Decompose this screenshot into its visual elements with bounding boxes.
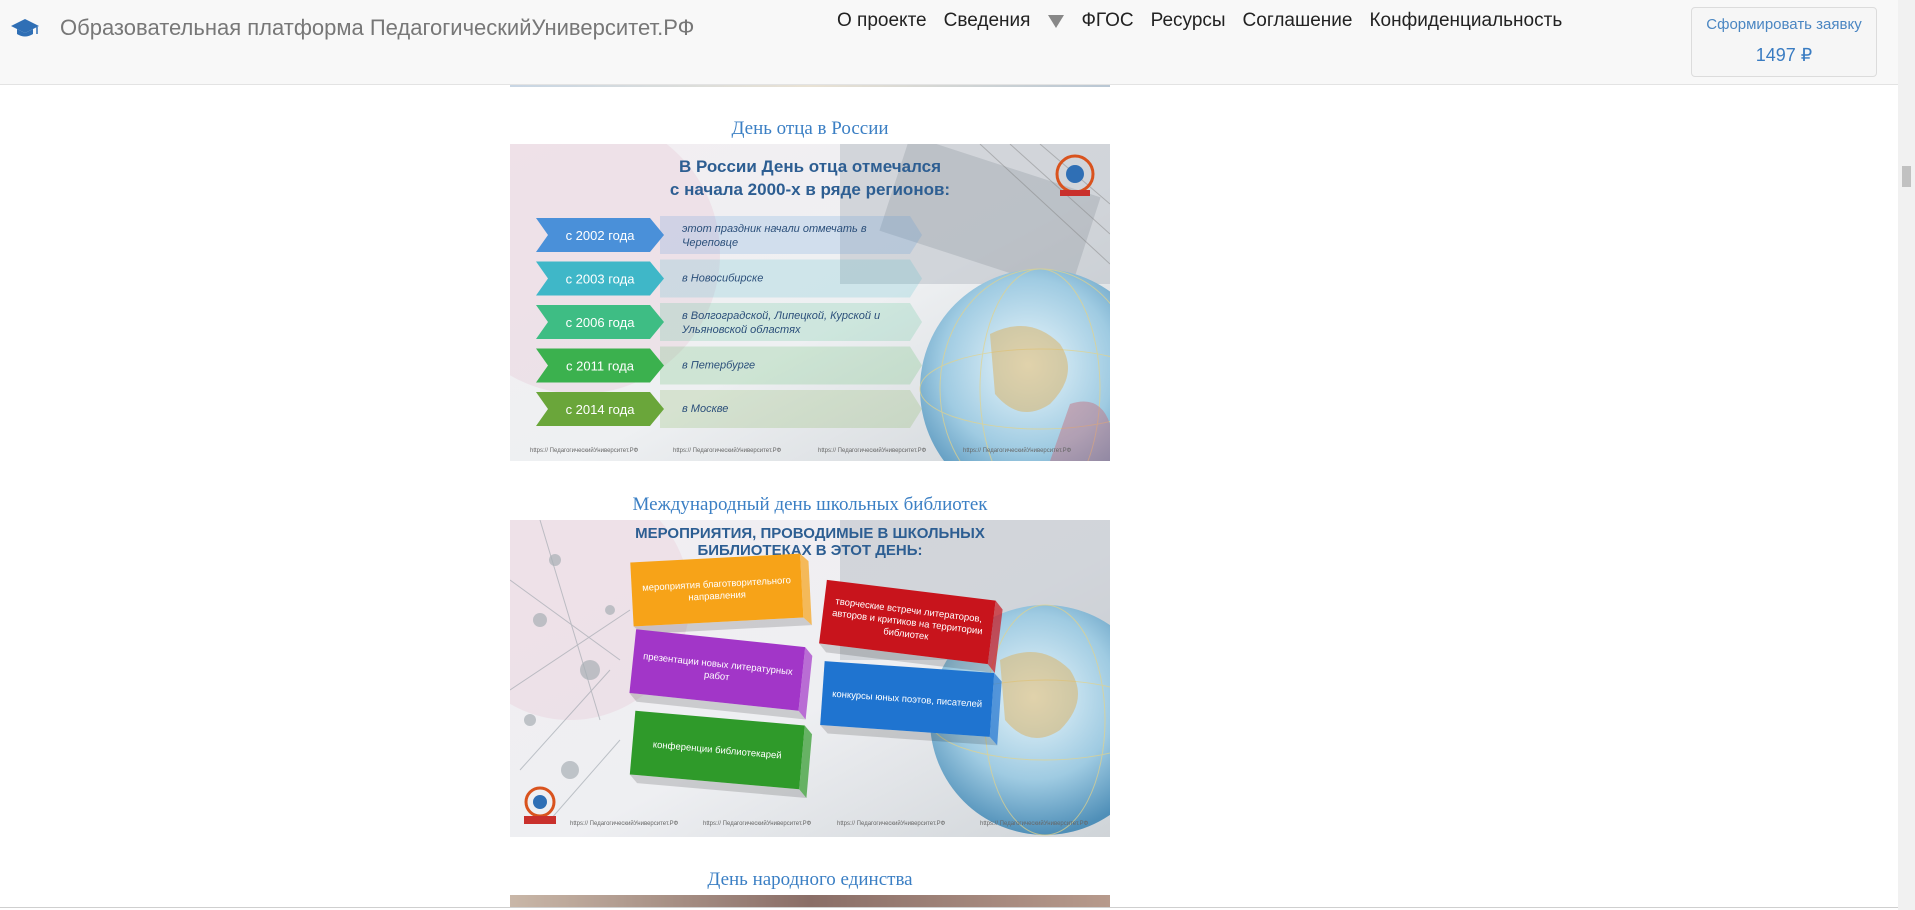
row-text-line1: в Волгоградской, Липецкой, Курской и: [682, 310, 880, 322]
row-text-line1: в Новосибирске: [682, 273, 763, 285]
slide-fathers-day: В России День отца отмечался с начала 20…: [510, 144, 1110, 461]
slide1-watermark-1: https:// ПедагогическийУниверситет.РФ: [530, 447, 639, 454]
year-row: с 2002 года этот праздник начали отмечать…: [536, 216, 922, 254]
order-request-label[interactable]: Сформировать заявку: [1692, 16, 1876, 33]
year-label: с 2002 года: [566, 228, 636, 243]
nav-fgos[interactable]: ФГОС: [1081, 10, 1133, 32]
slide1-watermark-3: https:// ПедагогическийУниверситет.РФ: [818, 447, 927, 454]
order-request-button[interactable]: Сформировать заявку 1497 ₽: [1691, 7, 1877, 77]
row-text-line2: Ульяновской областях: [681, 324, 801, 336]
row-text-line2: Череповце: [682, 237, 738, 249]
nav-resources[interactable]: Ресурсы: [1151, 10, 1226, 32]
row-text-line1: в Москве: [682, 403, 728, 415]
year-label: с 2006 года: [566, 315, 636, 330]
slide1-heading-line1: В России День отца отмечался: [679, 157, 941, 176]
slide-unity-day: [510, 895, 1110, 907]
slide-school-libraries-graphic: МЕРОПРИЯТИЯ, ПРОВОДИМЫЕ В ШКОЛЬНЫХ БИБЛИ…: [510, 520, 1110, 837]
year-row: с 2014 года в Москве: [536, 390, 922, 428]
slide-fathers-day-graphic: В России День отца отмечался с начала 20…: [510, 144, 1110, 461]
window-bottom-edge: [0, 907, 1898, 908]
slide2-heading-line2: БИБЛИОТЕКАХ В ЭТОТ ДЕНЬ:: [697, 542, 922, 559]
slide2-watermark-4: https:// ПедагогическийУниверситет.РФ: [980, 820, 1089, 827]
event-box: мероприятия благотворительногонаправлени…: [630, 553, 812, 634]
caret-down-icon[interactable]: [1048, 14, 1065, 28]
year-row: с 2006 года в Волгоградской, Липецкой, Ку…: [536, 303, 922, 341]
section-title-unity-day[interactable]: День народного единства: [510, 869, 1110, 891]
slide2-watermark-1: https:// ПедагогическийУниверситет.РФ: [570, 820, 679, 827]
slide2-heading-line1: МЕРОПРИЯТИЯ, ПРОВОДИМЫЕ В ШКОЛЬНЫХ: [635, 525, 985, 542]
year-label: с 2011 года: [566, 359, 635, 374]
row-text-line1: этот праздник начали отмечать в: [682, 223, 867, 235]
year-label: с 2014 года: [566, 402, 636, 417]
year-label: с 2003 года: [566, 272, 636, 287]
main-nav: О проекте Сведения ФГОС Ресурсы Соглашен…: [837, 10, 1579, 32]
year-row: с 2011 года в Петербурге: [536, 346, 922, 385]
page-scrollbar[interactable]: [1898, 0, 1915, 910]
order-price: 1497 ₽: [1755, 45, 1813, 65]
top-navbar: Образовательная платформа Педагогический…: [0, 0, 1898, 85]
slide1-watermark-4: https:// ПедагогическийУниверситет.РФ: [963, 447, 1072, 454]
slide2-watermark-3: https:// ПедагогическийУниверситет.РФ: [837, 820, 946, 827]
slide-school-libraries: МЕРОПРИЯТИЯ, ПРОВОДИМЫЕ В ШКОЛЬНЫХ БИБЛИ…: [510, 520, 1110, 837]
brand-title[interactable]: Образовательная платформа Педагогический…: [60, 15, 694, 41]
nav-about[interactable]: О проекте: [837, 10, 927, 32]
slide1-heading-line2: с начала 2000-х в ряде регионов:: [670, 180, 950, 199]
section-title-fathers-day[interactable]: День отца в России: [510, 118, 1110, 140]
slide2-watermark-2: https:// ПедагогическийУниверситет.РФ: [703, 820, 812, 827]
row-text-line1: в Петербурге: [682, 360, 755, 372]
section-title-school-libraries[interactable]: Международный день школьных библиотек: [510, 494, 1110, 516]
nav-privacy[interactable]: Конфиденциальность: [1369, 10, 1562, 32]
nav-agreement[interactable]: Соглашение: [1243, 10, 1353, 32]
graduation-cap-icon: [11, 19, 39, 37]
scrollbar-thumb[interactable]: [1902, 166, 1911, 187]
slide1-watermark-2: https:// ПедагогическийУниверситет.РФ: [673, 447, 782, 454]
year-row: с 2003 года в Новосибирске: [536, 259, 922, 298]
nav-info[interactable]: Сведения: [944, 10, 1031, 32]
event-box: конкурсы юных поэтов, писателей: [820, 661, 1002, 746]
brand[interactable]: Образовательная платформа Педагогический…: [10, 14, 694, 42]
